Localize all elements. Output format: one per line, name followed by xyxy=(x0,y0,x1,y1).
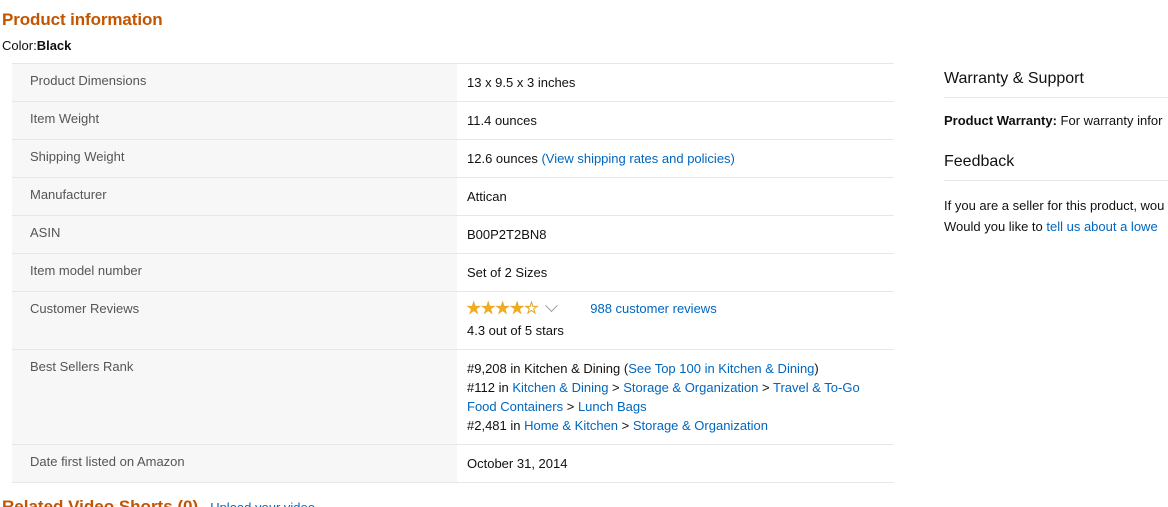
warranty-body: Product Warranty: For warranty infor xyxy=(944,98,1168,131)
bsr-category-1: Kitchen & Dining xyxy=(524,361,621,376)
row-label-best-sellers-rank: Best Sellers Rank xyxy=(12,349,457,445)
feedback-body: If you are a seller for this product, wo… xyxy=(944,181,1168,237)
bsr-entry-3: #2,481 in Home & Kitchen > Storage & Org… xyxy=(467,416,884,435)
related-video-shorts-title: Related Video Shorts (0) xyxy=(2,497,199,507)
breadcrumb-link[interactable]: Lunch Bags xyxy=(578,399,647,414)
table-row: ASIN B00P2T2BN8 xyxy=(12,215,894,254)
feedback-line-2: Would you like to tell us about a lowe xyxy=(944,216,1168,237)
bsr-rank-2: #112 xyxy=(467,380,495,395)
row-value-customer-reviews: ★★★★★ ★★★★★ 988 customer reviews 4.3 out… xyxy=(457,291,894,350)
main-content-column: Product information Color:Black Product … xyxy=(0,0,930,507)
breadcrumb-link[interactable]: Storage & Organization xyxy=(633,418,768,433)
upload-your-video-link[interactable]: Upload your video xyxy=(210,500,315,507)
shipping-weight-text: 12.6 ounces xyxy=(467,151,542,166)
row-value-item-weight: 11.4 ounces xyxy=(457,101,894,140)
breadcrumb-separator: > xyxy=(563,399,578,414)
bsr-in-3: in xyxy=(506,418,525,433)
row-value-manufacturer: Attican xyxy=(457,177,894,216)
rating-text: 4.3 out of 5 stars xyxy=(467,323,564,338)
bsr-entry-2: #112 in Kitchen & Dining > Storage & Org… xyxy=(467,378,884,416)
row-value-product-dimensions: 13 x 9.5 x 3 inches xyxy=(457,63,894,102)
table-row-customer-reviews: Customer Reviews ★★★★★ ★★★★★ 988 custome… xyxy=(12,291,894,350)
row-label-date-first-listed: Date first listed on Amazon xyxy=(12,444,457,483)
customer-reviews-count-link[interactable]: 988 customer reviews xyxy=(590,301,716,316)
color-value: Black xyxy=(36,38,72,53)
row-value-asin: B00P2T2BN8 xyxy=(457,215,894,254)
breadcrumb-separator: > xyxy=(618,418,633,433)
related-video-shorts-header: Related Video Shorts (0) Upload your vid… xyxy=(0,483,930,507)
bsr-rank-1: #9,208 xyxy=(467,361,507,376)
row-label-customer-reviews: Customer Reviews xyxy=(12,291,457,350)
warranty-support-title: Warranty & Support xyxy=(944,70,1084,87)
feedback-line-2-prefix: Would you like to xyxy=(944,219,1047,234)
bsr-in-1: in xyxy=(506,361,525,376)
row-label-item-model-number: Item model number xyxy=(12,253,457,292)
table-row-best-sellers-rank: Best Sellers Rank #9,208 in Kitchen & Di… xyxy=(12,349,894,445)
feedback-line-1: If you are a seller for this product, wo… xyxy=(944,198,1165,213)
row-value-date-first-listed: October 31, 2014 xyxy=(457,444,894,483)
tell-us-lower-price-link[interactable]: tell us about a lowe xyxy=(1046,219,1157,234)
see-top-100-link[interactable]: See Top 100 in Kitchen & Dining xyxy=(628,361,814,376)
bsr-entry-1: #9,208 in Kitchen & Dining (See Top 100 … xyxy=(467,359,884,378)
feedback-title: Feedback xyxy=(944,153,1015,170)
row-label-shipping-weight: Shipping Weight xyxy=(12,139,457,178)
right-sidebar-column: Warranty & Support Product Warranty: For… xyxy=(930,0,1168,237)
table-row: Manufacturer Attican xyxy=(12,177,894,216)
row-label-product-dimensions: Product Dimensions xyxy=(12,63,457,102)
row-value-shipping-weight: 12.6 ounces (View shipping rates and pol… xyxy=(457,139,894,178)
product-information-page: Product information Color:Black Product … xyxy=(0,0,1168,507)
bsr-paren-close: ) xyxy=(814,361,819,376)
breadcrumb-link[interactable]: Storage & Organization xyxy=(623,380,758,395)
bsr-paren-open: ( xyxy=(620,361,629,376)
breadcrumb-link[interactable]: Kitchen & Dining xyxy=(512,380,608,395)
page-title: Product information xyxy=(2,10,163,29)
breadcrumb-separator: > xyxy=(758,380,773,395)
row-value-best-sellers-rank: #9,208 in Kitchen & Dining (See Top 100 … xyxy=(457,349,894,445)
row-label-item-weight: Item Weight xyxy=(12,101,457,140)
row-value-item-model-number: Set of 2 Sizes xyxy=(457,253,894,292)
bsr-breadcrumb-3: Home & Kitchen > Storage & Organization xyxy=(524,418,768,433)
row-label-asin: ASIN xyxy=(12,215,457,254)
product-details-table: Product Dimensions 13 x 9.5 x 3 inches I… xyxy=(12,63,894,483)
table-row: Item model number Set of 2 Sizes xyxy=(12,253,894,292)
table-row: Shipping Weight 12.6 ounces (View shippi… xyxy=(12,139,894,178)
row-label-manufacturer: Manufacturer xyxy=(12,177,457,216)
bsr-in-2: in xyxy=(494,380,513,395)
color-label: Color: xyxy=(2,38,37,53)
breadcrumb-link[interactable]: Home & Kitchen xyxy=(524,418,618,433)
color-line: Color:Black xyxy=(0,30,930,63)
product-details-body: Product Dimensions 13 x 9.5 x 3 inches I… xyxy=(12,63,894,483)
breadcrumb-separator: > xyxy=(608,380,624,395)
star-rating-icon[interactable]: ★★★★★ ★★★★★ xyxy=(466,301,539,317)
view-shipping-rates-link[interactable]: (View shipping rates and policies) xyxy=(541,151,734,166)
chevron-down-icon[interactable] xyxy=(545,299,559,313)
product-warranty-label: Product Warranty: xyxy=(944,113,1057,128)
bsr-rank-3: #2,481 xyxy=(467,418,507,433)
bsr-breadcrumb-2: Kitchen & Dining > Storage & Organizatio… xyxy=(467,380,860,414)
table-row: Item Weight 11.4 ounces xyxy=(12,101,894,140)
star-rating-filled: ★★★★★ xyxy=(467,301,529,316)
product-warranty-text: For warranty infor xyxy=(1056,113,1163,128)
table-row: Product Dimensions 13 x 9.5 x 3 inches xyxy=(12,63,894,102)
table-row: Date first listed on Amazon October 31, … xyxy=(12,444,894,483)
